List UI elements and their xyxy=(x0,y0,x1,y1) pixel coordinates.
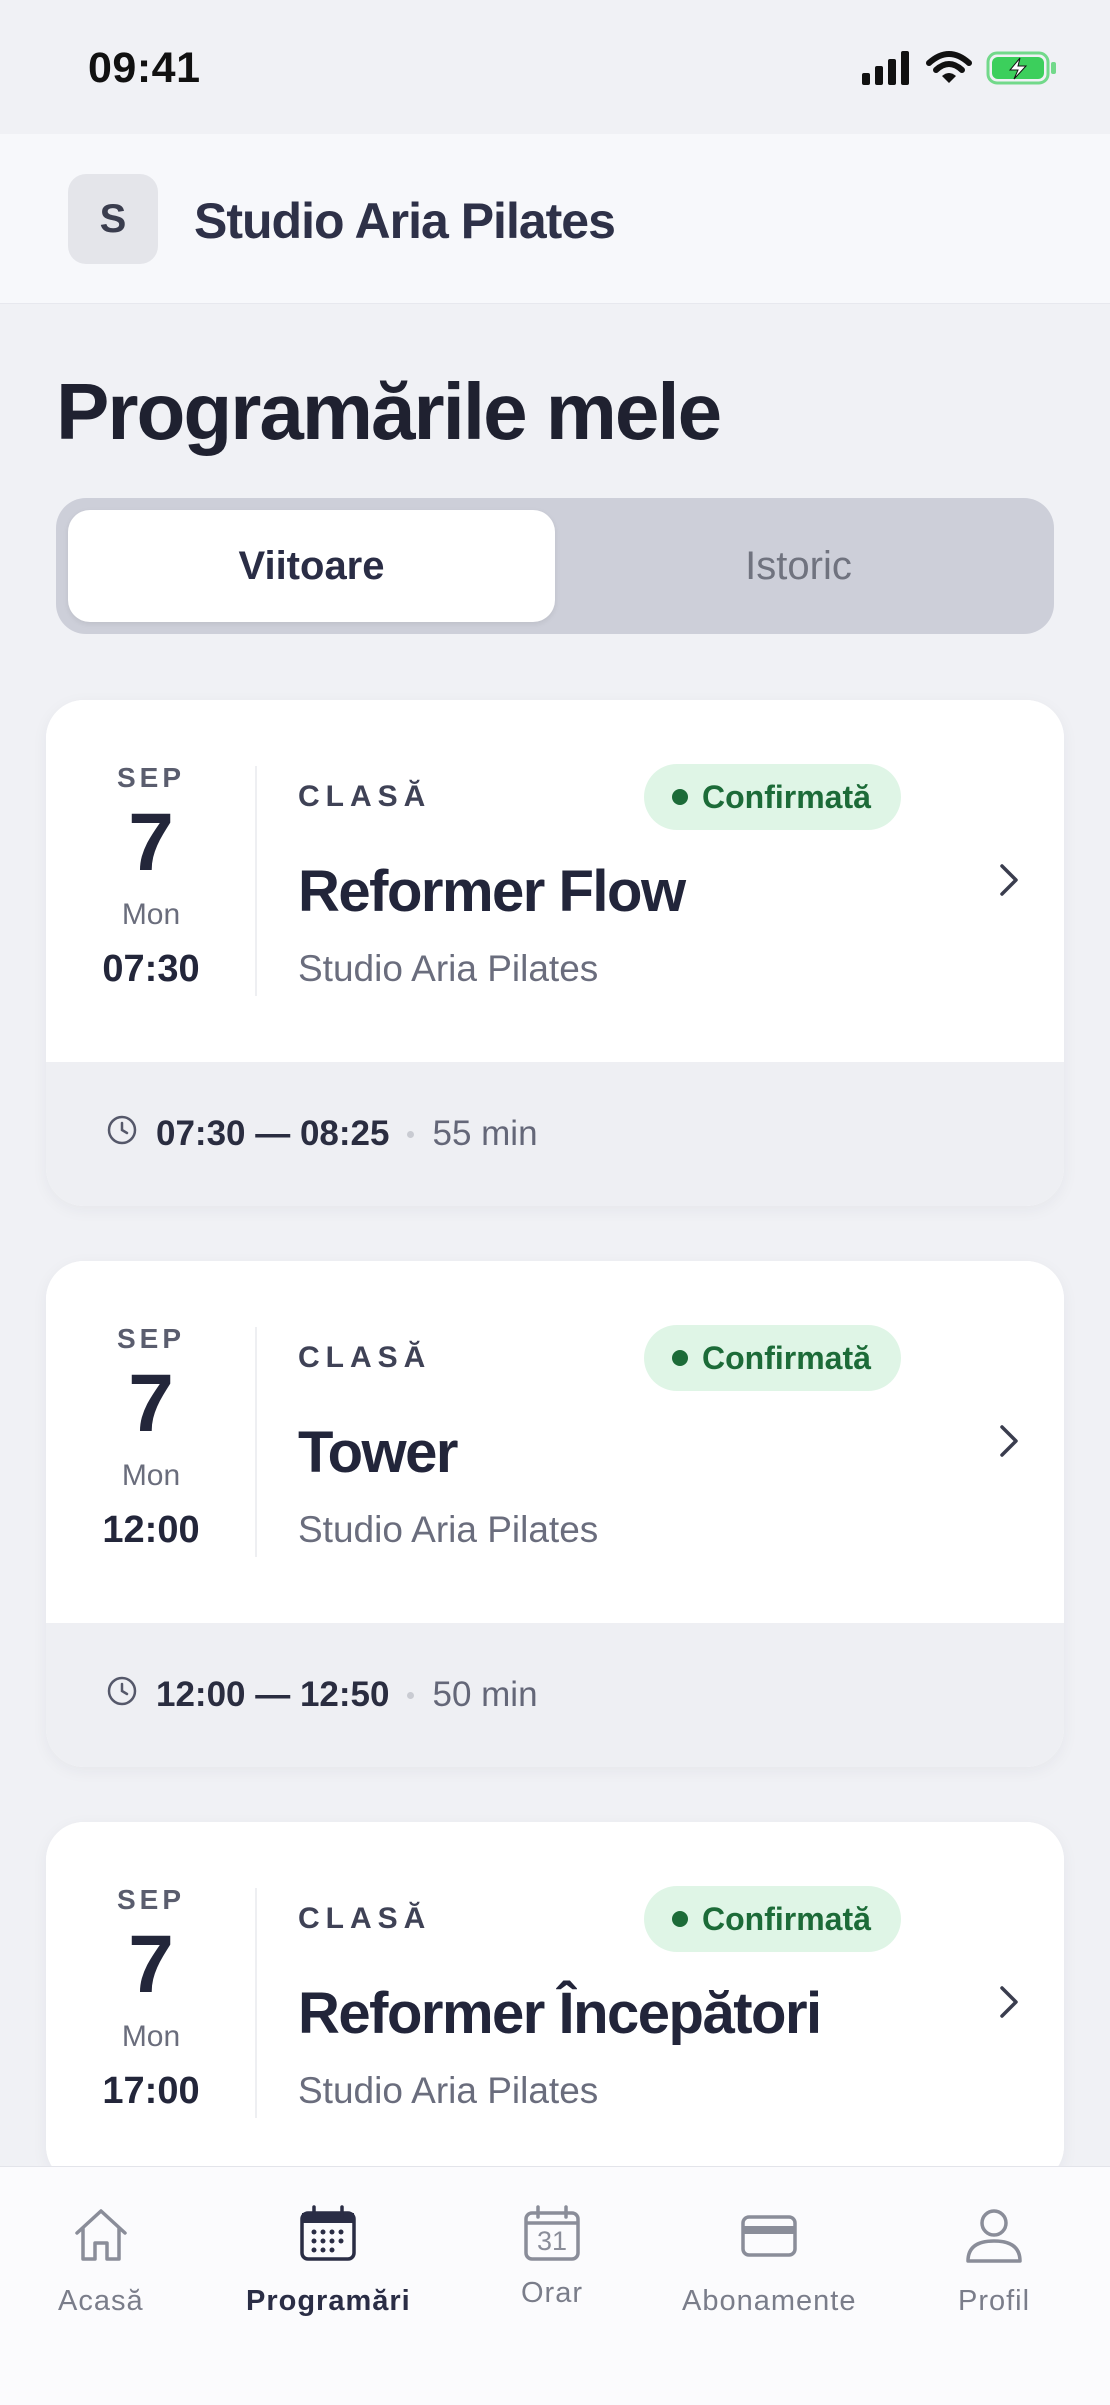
card-icon xyxy=(737,2203,801,2275)
separator-dot xyxy=(407,1130,415,1138)
date-start-time: 17:00 xyxy=(102,2070,200,2112)
tab-label: Acasă xyxy=(58,2285,144,2317)
calendar-31-icon: 31 xyxy=(520,2203,584,2267)
status-badge: Confirmată xyxy=(644,1325,901,1391)
date-day: 7 xyxy=(128,797,174,888)
studio-name: Studio Aria Pilates xyxy=(194,193,616,249)
appointment-card[interactable]: SEP 7 Mon 17:00 CLASĂ Confirmată Reforme… xyxy=(46,1822,1064,2184)
tab-istoric[interactable]: Istoric xyxy=(555,510,1042,622)
status-dot-icon xyxy=(672,789,688,805)
date-start-time: 07:30 xyxy=(102,948,200,990)
chevron-right-icon[interactable] xyxy=(998,1984,1020,2025)
class-studio: Studio Aria Pilates xyxy=(298,948,599,989)
appointment-card[interactable]: SEP 7 Mon 07:30 CLASĂ Confirmată Reforme… xyxy=(46,700,1064,1206)
duration: 50 min xyxy=(432,1675,538,1714)
date-start-time: 12:00 xyxy=(102,1509,200,1551)
calendar-day-number: 31 xyxy=(536,2226,568,2256)
status-badge-label: Confirmată xyxy=(702,778,871,815)
app-header: S Studio Aria Pilates xyxy=(0,134,1110,304)
tab-profil[interactable]: Profil xyxy=(958,2203,1030,2318)
date-weekday: Mon xyxy=(121,898,181,931)
segmented-control: Viitoare Istoric xyxy=(56,498,1054,634)
appointment-card[interactable]: SEP 7 Mon 12:00 CLASĂ Confirmată Tower S… xyxy=(46,1261,1064,1767)
battery-charging-icon xyxy=(986,50,1058,91)
class-title: Reformer Începători xyxy=(298,1981,822,2046)
date-weekday: Mon xyxy=(121,2020,181,2053)
time-range: 12:00 — 12:50 xyxy=(156,1675,390,1714)
wifi-icon xyxy=(926,51,972,90)
date-month: SEP xyxy=(116,762,186,793)
class-title: Reformer Flow xyxy=(298,859,686,924)
duration: 55 min xyxy=(432,1114,538,1153)
status-badge: Confirmată xyxy=(644,1886,901,1952)
page-title: Programările mele xyxy=(56,367,722,456)
class-studio: Studio Aria Pilates xyxy=(298,1509,599,1550)
divider xyxy=(255,1888,257,2118)
status-badge-label: Confirmată xyxy=(702,1339,871,1376)
studio-avatar[interactable]: S xyxy=(68,174,158,264)
status-icons xyxy=(862,50,1058,91)
date-day: 7 xyxy=(128,1358,174,1449)
tab-label: Orar xyxy=(521,2277,583,2309)
chevron-right-icon[interactable] xyxy=(998,1423,1020,1464)
tab-viitoare[interactable]: Viitoare xyxy=(68,510,555,622)
status-time: 09:41 xyxy=(88,44,201,92)
tab-abonamente[interactable]: Abonamente xyxy=(682,2203,856,2318)
appointment-card-footer: 12:00 — 12:50 50 min xyxy=(46,1623,1064,1767)
separator-dot xyxy=(407,1691,415,1699)
class-kind-label: CLASĂ xyxy=(298,1341,432,1374)
appointment-card-footer: 07:30 — 08:25 55 min xyxy=(46,1062,1064,1206)
date-month: SEP xyxy=(116,1884,186,1915)
divider xyxy=(255,766,257,996)
date-column: SEP 7 Mon 12:00 xyxy=(46,1323,256,1552)
clock-icon xyxy=(106,1114,138,1155)
home-icon xyxy=(69,2203,133,2275)
appointment-card-main[interactable]: SEP 7 Mon 07:30 CLASĂ Confirmată Reforme… xyxy=(46,700,1064,1062)
bottom-tab-bar: Acasă Programări 31 Orar Abonamente Prof… xyxy=(0,2166,1110,2405)
tab-label: Abonamente xyxy=(682,2285,857,2317)
calendar-grid-icon xyxy=(296,2203,360,2275)
class-kind-label: CLASĂ xyxy=(298,1902,432,1935)
date-column: SEP 7 Mon 07:30 xyxy=(46,762,256,991)
divider xyxy=(255,1327,257,1557)
class-title: Tower xyxy=(298,1420,459,1485)
class-studio: Studio Aria Pilates xyxy=(298,2070,599,2111)
status-badge-label: Confirmată xyxy=(702,1900,871,1937)
tab-label: Profil xyxy=(958,2285,1031,2317)
status-badge: Confirmată xyxy=(644,764,901,830)
class-kind-label: CLASĂ xyxy=(298,780,432,813)
person-icon xyxy=(962,2203,1026,2275)
status-dot-icon xyxy=(672,1350,688,1366)
chevron-right-icon[interactable] xyxy=(998,862,1020,903)
status-dot-icon xyxy=(672,1911,688,1927)
time-range: 07:30 — 08:25 xyxy=(156,1114,390,1153)
status-bar: 09:41 xyxy=(0,0,1110,134)
date-day: 7 xyxy=(128,1919,174,2010)
tab-orar[interactable]: 31 Orar xyxy=(520,2203,584,2310)
date-month: SEP xyxy=(116,1323,186,1354)
tab-acasa[interactable]: Acasă xyxy=(58,2203,144,2318)
date-weekday: Mon xyxy=(121,1459,181,1492)
signal-icon xyxy=(862,51,912,90)
appointment-card-main[interactable]: SEP 7 Mon 12:00 CLASĂ Confirmată Tower S… xyxy=(46,1261,1064,1623)
tab-programari[interactable]: Programări xyxy=(246,2203,411,2318)
tab-label: Programări xyxy=(246,2285,411,2317)
date-column: SEP 7 Mon 17:00 xyxy=(46,1884,256,2113)
clock-icon xyxy=(106,1675,138,1716)
appointment-card-main[interactable]: SEP 7 Mon 17:00 CLASĂ Confirmată Reforme… xyxy=(46,1822,1064,2184)
